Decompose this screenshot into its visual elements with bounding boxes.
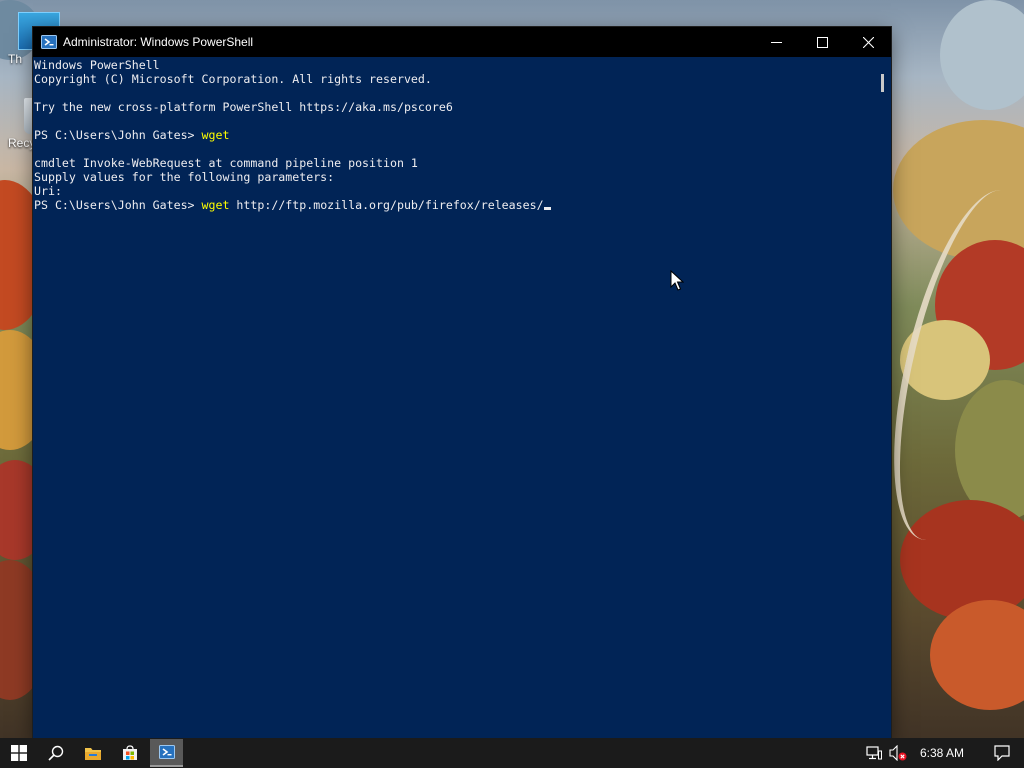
minimize-icon (770, 41, 782, 43)
volume-muted-icon (889, 745, 907, 761)
start-icon (10, 745, 27, 761)
console-output[interactable]: Windows PowerShell Copyright (C) Microso… (33, 57, 874, 740)
powershell-icon (41, 35, 57, 49)
window-title: Administrator: Windows PowerShell (63, 35, 254, 49)
file-explorer-button[interactable] (74, 738, 111, 768)
command-text: wget (201, 128, 230, 142)
system-tray: 6:38 AM (862, 738, 1024, 768)
console-line: Supply values for the following paramete… (34, 170, 335, 184)
minimize-button[interactable] (753, 27, 799, 57)
file-explorer-icon (84, 748, 101, 760)
network-icon (866, 746, 882, 760)
store-icon (122, 745, 137, 760)
action-center-button[interactable] (980, 738, 1024, 768)
console-line: cmdlet Invoke-WebRequest at command pipe… (34, 156, 418, 170)
mouse-pointer-icon (670, 270, 684, 291)
command-text: wget (201, 198, 230, 212)
title-bar[interactable]: Administrator: Windows PowerShell (33, 27, 891, 57)
search-icon (47, 745, 63, 761)
volume-button[interactable] (886, 738, 910, 768)
console-line: Uri: (34, 184, 62, 198)
close-icon (862, 36, 874, 48)
console-line: Windows PowerShell (34, 58, 160, 72)
prompt-text: PS C:\Users\John Gates> (34, 128, 202, 142)
console-line: Try the new cross-platform PowerShell ht… (34, 100, 453, 114)
vertical-scrollbar[interactable] (874, 57, 891, 740)
taskbar-clock[interactable]: 6:38 AM (910, 746, 980, 760)
console-prompt-line: PS C:\Users\John Gates> wget (34, 128, 874, 142)
prompt-text: PS C:\Users\John Gates> (34, 198, 202, 212)
network-button[interactable] (862, 738, 886, 768)
text-cursor (543, 207, 551, 210)
powershell-window[interactable]: Administrator: Windows PowerShell Window… (33, 27, 891, 740)
console-line: Copyright (C) Microsoft Corporation. All… (34, 72, 432, 86)
taskbar-powershell-button[interactable] (150, 739, 183, 767)
taskbar: 6:38 AM (0, 738, 1024, 768)
command-argument: http://ftp.mozilla.org/pub/firefox/relea… (229, 198, 544, 212)
close-button[interactable] (845, 27, 891, 57)
scrollbar-thumb[interactable] (881, 74, 884, 92)
action-center-icon (994, 745, 1010, 761)
search-button[interactable] (37, 738, 74, 768)
maximize-icon (816, 36, 828, 48)
store-button[interactable] (111, 738, 148, 768)
console-input-line[interactable]: PS C:\Users\John Gates> wget http://ftp.… (34, 198, 874, 212)
start-button[interactable] (0, 738, 37, 768)
maximize-button[interactable] (799, 27, 845, 57)
powershell-icon (158, 745, 175, 759)
